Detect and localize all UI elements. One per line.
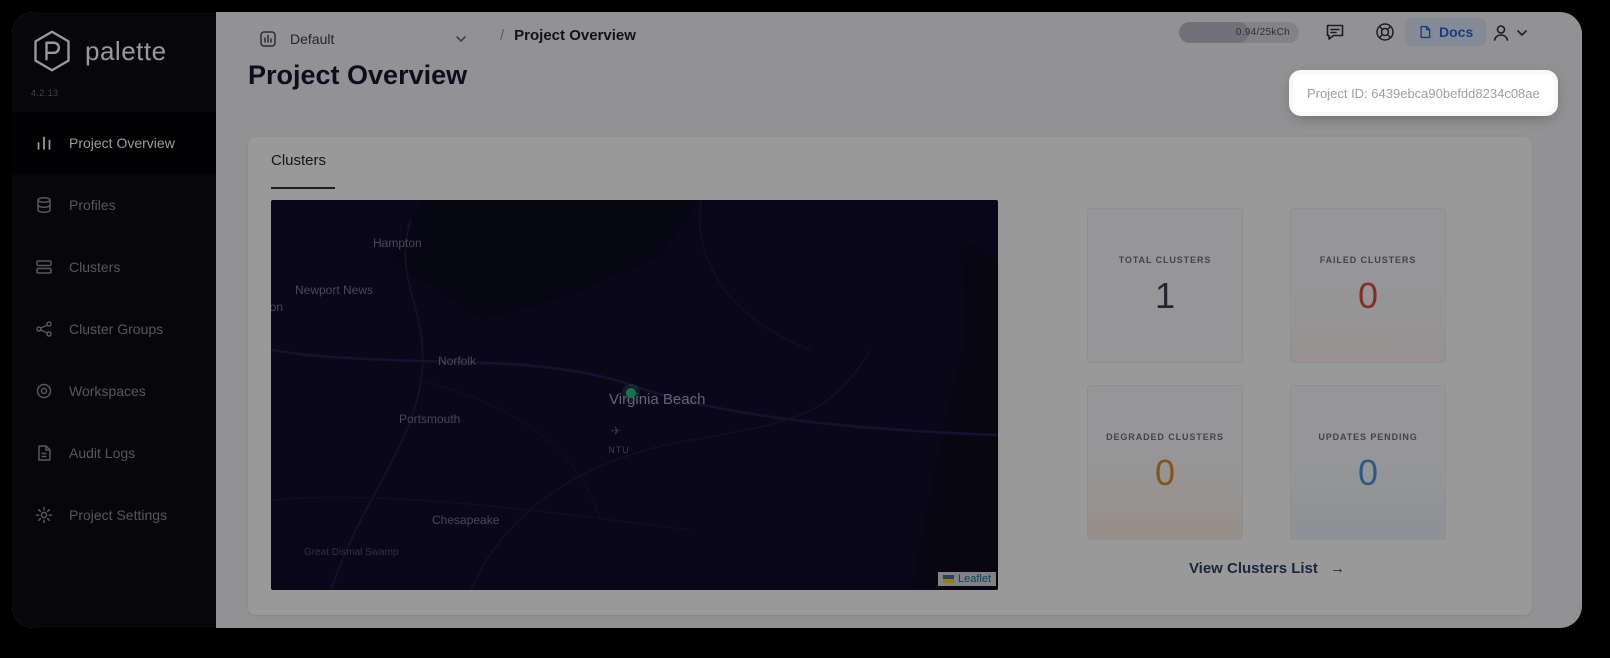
docs-button[interactable]: Docs [1405, 18, 1487, 46]
stat-value: 0 [1357, 451, 1379, 493]
leaflet-link[interactable]: Leaflet [958, 573, 991, 585]
map-city-label: Portsmouth [399, 412, 461, 426]
user-menu-chevron-icon[interactable] [1516, 27, 1528, 39]
sidebar-item-clusters[interactable]: Clusters [12, 236, 216, 298]
stat-card-degraded-clusters: DEGRADED CLUSTERS 0 [1087, 385, 1243, 540]
clusters-card: Clusters Hampton Newport News llton Nor [248, 137, 1532, 615]
sidebar-item-label: Clusters [69, 259, 121, 275]
sidebar-item-project-settings[interactable]: Project Settings [12, 484, 216, 546]
breadcrumb-current[interactable]: Project Overview [514, 27, 636, 44]
support-icon[interactable] [1374, 21, 1396, 43]
brand[interactable]: palette [30, 28, 167, 74]
tab-clusters[interactable]: Clusters [271, 152, 326, 169]
app-version: 4.2.13 [31, 88, 59, 98]
stat-label: UPDATES PENDING [1318, 431, 1418, 442]
sidebar-item-label: Workspaces [69, 383, 146, 399]
breadcrumb: / Project Overview [500, 27, 636, 44]
stat-value: 0 [1357, 274, 1379, 316]
brand-wordmark: palette [85, 35, 167, 66]
airport-code-label: NTU [608, 445, 630, 455]
server-list-icon [36, 260, 52, 274]
map-city-label: llton [271, 300, 284, 314]
stat-card-updates-pending: UPDATES PENDING 0 [1290, 385, 1446, 540]
sidebar-nav: Project Overview Profiles Clusters Clust… [12, 112, 216, 546]
document-icon [38, 445, 51, 461]
arrow-right-icon: → [1330, 560, 1346, 577]
scope-chart-icon [260, 31, 276, 47]
target-icon [36, 383, 52, 399]
project-id-tooltip: Project ID: 6439ebca90befdd8234c08ae [1293, 74, 1554, 112]
stat-card-failed-clusters: FAILED CLUSTERS 0 [1290, 208, 1446, 363]
usage-meter[interactable]: 0.94/25kCh [1179, 22, 1299, 43]
stat-label: TOTAL CLUSTERS [1118, 254, 1212, 265]
sidebar-item-label: Cluster Groups [69, 321, 164, 337]
sidebar-item-audit-logs[interactable]: Audit Logs [12, 422, 216, 484]
sidebar-item-label: Project Settings [69, 507, 168, 523]
stat-card-total-clusters: TOTAL CLUSTERS 1 [1087, 208, 1243, 363]
leaflet-flag-icon [942, 575, 954, 583]
project-scope-selector[interactable]: Default [247, 20, 479, 58]
palette-logo-icon [34, 30, 70, 72]
screen: palette 4.2.13 Project Overview Profiles… [0, 0, 1610, 658]
breadcrumb-separator: / [500, 27, 505, 44]
network-icon [36, 321, 52, 337]
map-attribution: Leaflet [937, 572, 996, 586]
map-city-label: Norfolk [438, 354, 477, 368]
sidebar: palette 4.2.13 Project Overview Profiles… [12, 12, 216, 628]
database-icon [37, 196, 51, 214]
sidebar-item-label: Profiles [69, 197, 116, 213]
tab-active-indicator [271, 187, 335, 189]
sidebar-item-workspaces[interactable]: Workspaces [12, 360, 216, 422]
map-city-label: Virginia Beach [609, 391, 706, 408]
map-city-label: Hampton [373, 236, 422, 250]
stat-value: 0 [1154, 451, 1176, 493]
sidebar-item-label: Audit Logs [69, 445, 136, 461]
sidebar-item-project-overview[interactable]: Project Overview [12, 112, 216, 174]
docs-icon [1420, 25, 1431, 39]
cluster-location-marker[interactable] [626, 388, 636, 398]
cluster-stats-grid: TOTAL CLUSTERS 1 FAILED CLUSTERS 0 DEGRA… [1087, 208, 1446, 540]
sidebar-item-label: Project Overview [69, 135, 175, 151]
view-clusters-list-link[interactable]: View Clusters List → [1087, 560, 1447, 577]
gear-icon [35, 506, 53, 524]
usage-meter-text: 0.94/25kCh [1235, 27, 1290, 38]
bar-chart-icon [37, 136, 51, 150]
map-city-label: Chesapeake [432, 513, 500, 527]
scope-selected-value: Default [290, 31, 335, 47]
map-park-label: Great Dismal Swamp [304, 547, 399, 558]
stat-label: FAILED CLUSTERS [1319, 254, 1417, 265]
page-title: Project Overview [248, 60, 468, 90]
sidebar-item-profiles[interactable]: Profiles [12, 174, 216, 236]
map-city-label: Newport News [295, 283, 374, 297]
chat-icon[interactable] [1324, 21, 1346, 43]
airport-icon: ✈ [611, 424, 622, 438]
user-icon[interactable] [1490, 22, 1512, 44]
docs-button-label: Docs [1439, 24, 1474, 40]
clusters-map[interactable]: Hampton Newport News llton Norfolk Virgi… [271, 200, 998, 590]
chevron-down-icon [456, 36, 466, 43]
stat-label: DEGRADED CLUSTERS [1106, 431, 1224, 442]
sidebar-item-cluster-groups[interactable]: Cluster Groups [12, 298, 216, 360]
view-clusters-list-label: View Clusters List [1188, 560, 1318, 577]
stat-value: 1 [1154, 274, 1176, 316]
